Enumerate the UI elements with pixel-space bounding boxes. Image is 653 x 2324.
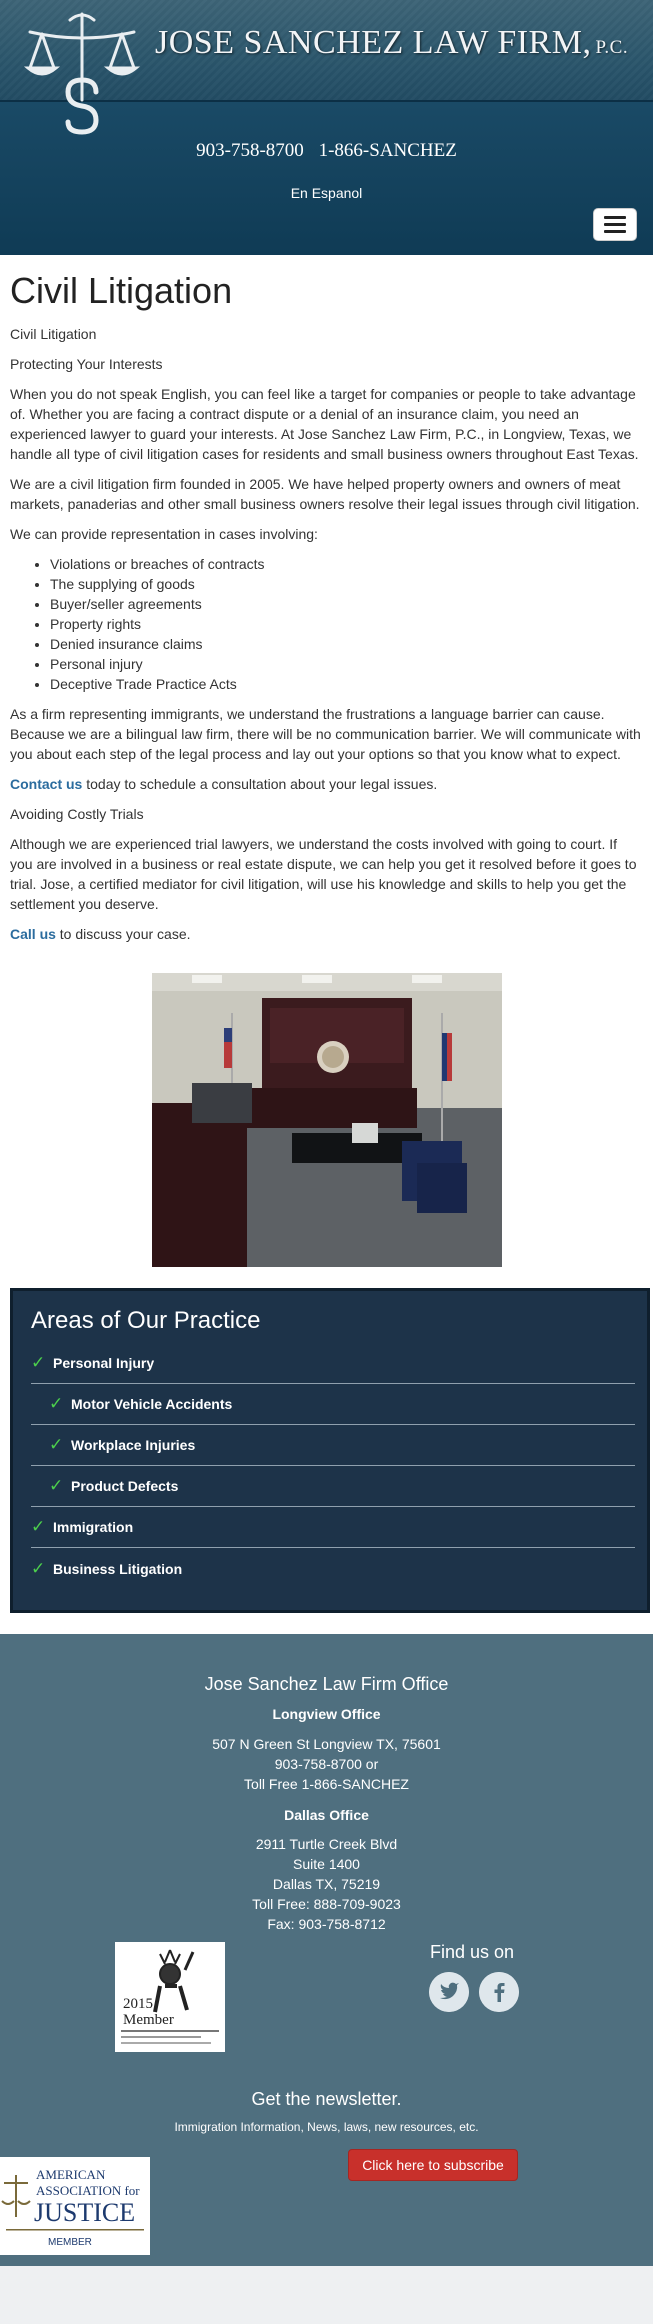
member-word: Member xyxy=(123,2012,174,2028)
contact-rest-text: today to schedule a consultation about y… xyxy=(82,776,438,792)
checkmark-icon: ✓ xyxy=(49,1435,64,1454)
breadcrumb: Civil Litigation xyxy=(10,326,97,342)
contact-paragraph: Contact us today to schedule a consultat… xyxy=(10,774,643,794)
hamburger-menu-icon xyxy=(604,216,626,219)
checkmark-icon: ✓ xyxy=(49,1476,64,1495)
list-item: Violations or breaches of contracts xyxy=(50,554,643,574)
practice-item-label: Workplace Injuries xyxy=(71,1437,196,1453)
phone-toll-link[interactable]: 1-866-SANCHEZ xyxy=(319,140,457,161)
intro-paragraph: When you do not speak English, you can f… xyxy=(10,386,639,462)
phone-local-link[interactable]: 903-758-8700 xyxy=(196,140,304,161)
firm-name[interactable]: JOSE SANCHEZ LAW FIRM, P.C. xyxy=(155,24,628,62)
checkmark-icon: ✓ xyxy=(31,1558,46,1578)
practice-item-personal-injury[interactable]: ✓ Personal Injury xyxy=(31,1343,635,1384)
main-content: Civil Litigation Civil Litigation Protec… xyxy=(0,255,653,1267)
aaj-member-badge[interactable]: AMERICAN ASSOCIATION for JUSTICE MEMBER xyxy=(0,2157,150,2255)
dallas-heading: Dallas Office xyxy=(284,1807,369,1823)
practice-item-immigration[interactable]: ✓ Immigration xyxy=(31,1507,635,1548)
practice-item-label: Immigration xyxy=(53,1519,134,1535)
practice-item-label: Motor Vehicle Accidents xyxy=(71,1396,233,1412)
hamburger-menu-icon xyxy=(604,230,626,233)
bilingual-paragraph: As a firm representing immigrants, we un… xyxy=(10,706,641,762)
call-rest-text: to discuss your case. xyxy=(55,926,191,942)
call-paragraph: Call us to discuss your case. xyxy=(10,924,643,944)
practice-item-product-defects[interactable]: ✓ Product Defects xyxy=(31,1466,635,1507)
practice-item-label: Product Defects xyxy=(71,1478,179,1494)
en-espanol-link[interactable]: En Espanol xyxy=(0,185,653,201)
find-us-label: Find us on xyxy=(430,1942,515,1962)
list-item: Denied insurance claims xyxy=(50,634,643,654)
practice-item-label: Business Litigation xyxy=(53,1560,183,1577)
dallas-toll-link[interactable]: Toll Free: 888-709-9023 xyxy=(0,1894,653,1914)
call-us-link[interactable]: Call us xyxy=(10,926,56,942)
checkmark-icon: ✓ xyxy=(49,1394,64,1413)
dallas-fax: Fax: 903-758-8712 xyxy=(267,1916,386,1932)
subscribe-button[interactable]: Click here to subscribe xyxy=(348,2149,518,2181)
checkmark-icon: ✓ xyxy=(31,1353,46,1372)
page-title: Civil Litigation xyxy=(10,270,233,311)
aila-member-badge[interactable]: 2015 Member xyxy=(115,1942,225,2052)
list-item: Buyer/seller agreements xyxy=(50,594,643,614)
list-item: Deceptive Trade Practice Acts xyxy=(50,674,643,694)
dallas-suite: Suite 1400 xyxy=(293,1856,360,1872)
practice-item-workplace-injuries[interactable]: ✓ Workplace Injuries xyxy=(31,1425,635,1466)
footer-title: Jose Sanchez Law Firm Office xyxy=(204,1674,449,1694)
mediation-paragraph: Although we are experienced trial lawyer… xyxy=(10,836,637,912)
dallas-city: Dallas TX, 75219 xyxy=(272,1876,381,1892)
courtroom-photo xyxy=(151,973,502,1267)
list-item: Personal injury xyxy=(50,654,643,674)
practice-areas-panel: Areas of Our Practice ✓ Personal Injury ✓… xyxy=(10,1288,650,1613)
founded-paragraph: We are a civil litigation firm founded i… xyxy=(10,476,640,512)
twitter-icon[interactable] xyxy=(429,1972,469,2012)
list-item: The supplying of goods xyxy=(50,574,643,594)
subheading-protecting: Protecting Your Interests xyxy=(10,356,163,372)
newsletter-subtitle: Immigration Information, News, laws, new… xyxy=(174,2120,479,2134)
practice-item-motor-vehicle-accidents[interactable]: ✓ Motor Vehicle Accidents xyxy=(31,1384,635,1425)
page-bottom-strip xyxy=(0,2266,653,2324)
facebook-icon[interactable] xyxy=(479,1972,519,2012)
aaj-line1: AMERICAN xyxy=(36,2167,106,2182)
longview-toll-link[interactable]: Toll Free 1-866-SANCHEZ xyxy=(0,1774,653,1794)
hamburger-menu-icon xyxy=(604,223,626,226)
dallas-street: 2911 Turtle Creek Blvd xyxy=(255,1836,398,1852)
header-phones: 903-758-8700 1-866-SANCHEZ xyxy=(0,140,653,162)
longview-address: 507 N Green St Longview TX, 75601 xyxy=(212,1736,441,1752)
longview-heading: Longview Office xyxy=(272,1706,381,1722)
case-types-list: Violations or breaches of contracts The … xyxy=(50,554,643,694)
firm-suffix: P.C. xyxy=(595,37,629,58)
member-year: 2015 xyxy=(123,1996,153,2012)
practice-item-label: Personal Injury xyxy=(53,1355,155,1371)
list-item: Property rights xyxy=(50,614,643,634)
newsletter-title: Get the newsletter. xyxy=(251,2089,402,2109)
longview-phone-link[interactable]: 903-758-8700 or xyxy=(0,1754,653,1774)
representation-intro: We can provide representation in cases i… xyxy=(10,526,318,542)
aaj-line3: JUSTICE xyxy=(34,2198,135,2227)
firm-name-text: JOSE SANCHEZ LAW FIRM, xyxy=(155,24,592,61)
aaj-member: MEMBER xyxy=(48,2237,92,2248)
practice-title: Areas of Our Practice xyxy=(31,1307,261,1334)
site-header: JOSE SANCHEZ LAW FIRM, P.C. 903-758-8700 … xyxy=(0,0,653,255)
contact-us-link[interactable]: Contact us xyxy=(10,776,82,792)
practice-item-business-litigation[interactable]: ✓ Business Litigation xyxy=(31,1548,635,1589)
checkmark-icon: ✓ xyxy=(31,1517,46,1536)
site-footer: Jose Sanchez Law Firm Office Longview Of… xyxy=(0,1634,653,2266)
subheading-trials: Avoiding Costly Trials xyxy=(10,806,144,822)
scales-of-justice-logo[interactable] xyxy=(22,10,142,140)
aaj-line2: ASSOCIATION for xyxy=(36,2183,140,2198)
hamburger-menu-button[interactable] xyxy=(593,208,637,241)
